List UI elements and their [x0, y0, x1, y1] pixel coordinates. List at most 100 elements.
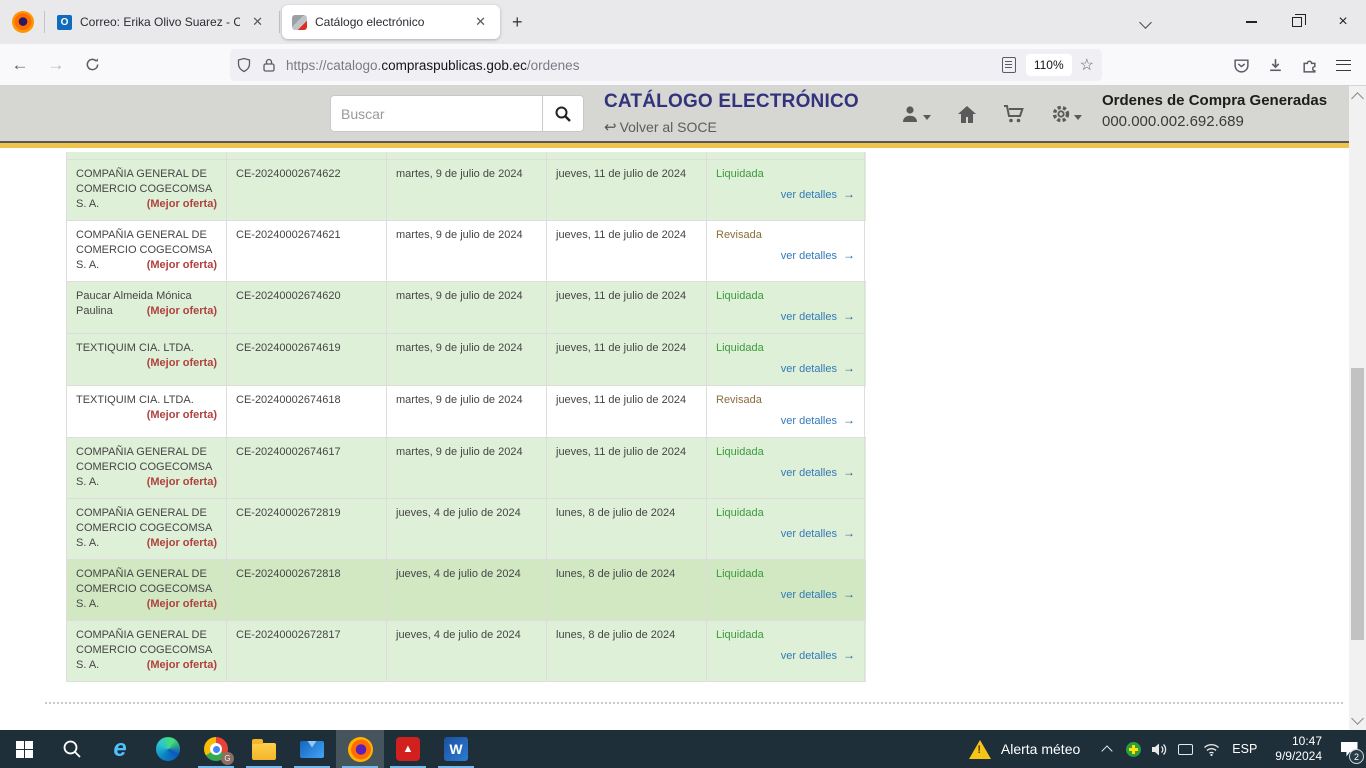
- ver-detalles-link[interactable]: ver detalles→: [781, 248, 855, 264]
- cast-display-icon[interactable]: [1172, 730, 1198, 768]
- wifi-icon[interactable]: [1198, 730, 1224, 768]
- supplier-cell: COMPAÑIA GENERAL DE COMERCIO COGECOMSA S…: [66, 221, 226, 281]
- ver-detalles-link[interactable]: ver detalles→: [781, 648, 855, 664]
- tab-outlook[interactable]: O Correo: Erika Olivo Suarez - Out ✕: [47, 5, 277, 39]
- arrow-right-icon: →: [843, 465, 855, 479]
- ver-detalles-link[interactable]: ver detalles→: [781, 465, 855, 481]
- best-offer-label: (Mejor oferta): [147, 408, 217, 423]
- arrow-right-icon: →: [843, 361, 855, 375]
- restore-button[interactable]: [1274, 0, 1320, 44]
- shield-icon[interactable]: [236, 57, 252, 73]
- internet-explorer-icon: e: [113, 737, 126, 761]
- accept-date-cell: jueves, 11 de julio de 2024: [546, 160, 706, 220]
- pocket-icon[interactable]: [1224, 50, 1258, 80]
- start-button[interactable]: [0, 730, 48, 768]
- language-indicator[interactable]: ESP: [1224, 742, 1265, 756]
- arrow-right-icon: →: [843, 187, 855, 201]
- tab-catalogo[interactable]: Catálogo electrónico ✕: [282, 5, 500, 39]
- lock-icon[interactable]: [262, 57, 276, 73]
- screen: O Correo: Erika Olivo Suarez - Out ✕ Cat…: [0, 0, 1366, 768]
- scroll-down-icon[interactable]: [1351, 712, 1364, 725]
- back-icon[interactable]: ←: [4, 50, 36, 80]
- search-input[interactable]: [330, 95, 542, 132]
- issue-date-cell: martes, 9 de julio de 2024: [386, 334, 546, 385]
- tray-chevron-up-icon[interactable]: [1094, 730, 1120, 768]
- reader-mode-icon[interactable]: [1002, 57, 1016, 73]
- status-badge: Liquidada: [716, 167, 855, 182]
- chrome-button[interactable]: G: [192, 730, 240, 768]
- bookmark-star-icon[interactable]: ☆: [1080, 55, 1094, 75]
- orders-total-number: 000.000.002.692.689: [1102, 113, 1342, 130]
- accept-date-cell: lunes, 8 de julio de 2024: [546, 560, 706, 620]
- new-tab-button[interactable]: +: [502, 12, 533, 33]
- tab-close-icon[interactable]: ✕: [471, 12, 490, 32]
- ver-detalles-link[interactable]: ver detalles→: [781, 587, 855, 603]
- minimize-button[interactable]: [1228, 0, 1274, 44]
- acrobat-button[interactable]: ▲: [384, 730, 432, 768]
- arrow-right-icon: →: [843, 309, 855, 323]
- status-badge: Liquidada: [716, 506, 855, 521]
- order-row: COMPAÑIA GENERAL DE COMERCIO COGECOMSA S…: [66, 560, 866, 621]
- browser-navbar: ← → https://catalogo.compraspublicas.gob…: [0, 44, 1366, 86]
- ver-detalles-link[interactable]: ver detalles→: [781, 361, 855, 377]
- user-menu-icon[interactable]: [900, 104, 931, 124]
- word-icon: W: [444, 737, 468, 761]
- scrollbar-thumb[interactable]: [1351, 368, 1364, 640]
- volume-icon[interactable]: [1146, 730, 1172, 768]
- issue-date-cell: martes, 9 de julio de 2024: [386, 282, 546, 333]
- page-scrollbar[interactable]: [1349, 86, 1366, 731]
- status-cell: Liquidada ver detalles→: [706, 621, 865, 681]
- mail-button[interactable]: [288, 730, 336, 768]
- tab-close-icon[interactable]: ✕: [248, 12, 267, 32]
- ver-detalles-link[interactable]: ver detalles→: [781, 526, 855, 542]
- file-explorer-button[interactable]: [240, 730, 288, 768]
- firefox-logo-icon[interactable]: [12, 11, 34, 33]
- cart-icon[interactable]: [1003, 104, 1025, 124]
- downloads-icon[interactable]: [1258, 50, 1292, 80]
- word-button[interactable]: W: [432, 730, 480, 768]
- antivirus-tray-icon[interactable]: [1120, 730, 1146, 768]
- issue-date-cell: martes, 9 de julio de 2024: [386, 386, 546, 437]
- forward-icon[interactable]: →: [40, 50, 72, 80]
- extensions-puzzle-icon[interactable]: [1292, 50, 1326, 80]
- internet-explorer-button[interactable]: e: [96, 730, 144, 768]
- order-row: COMPAÑIA GENERAL DE COMERCIO COGECOMSA S…: [66, 621, 866, 682]
- best-offer-label: (Mejor oferta): [147, 258, 217, 273]
- home-icon[interactable]: [957, 105, 977, 124]
- zoom-level-button[interactable]: 110%: [1026, 54, 1072, 76]
- close-button[interactable]: ×: [1320, 0, 1366, 44]
- volver-al-soce-link[interactable]: ↩Volver al SOCE: [604, 118, 717, 136]
- arrow-right-icon: →: [843, 648, 855, 662]
- orders-table: COMPAÑIA GENERAL DE COMERCIO COGECOMSA S…: [66, 152, 866, 682]
- status-badge: Liquidada: [716, 567, 855, 582]
- scroll-up-icon[interactable]: [1351, 92, 1364, 105]
- settings-gear-icon[interactable]: [1051, 104, 1082, 124]
- ver-detalles-link[interactable]: ver detalles→: [781, 309, 855, 325]
- best-offer-label: (Mejor oferta): [147, 597, 217, 612]
- tab-list-chevron-icon[interactable]: [1122, 0, 1168, 44]
- search-button[interactable]: [542, 95, 584, 132]
- ver-detalles-link[interactable]: ver detalles→: [781, 413, 855, 429]
- menu-hamburger-icon[interactable]: [1326, 50, 1360, 80]
- best-offer-label: (Mejor oferta): [147, 658, 217, 673]
- url-text[interactable]: https://catalogo.compraspublicas.gob.ec/…: [286, 58, 1002, 73]
- taskbar-search-button[interactable]: [48, 730, 96, 768]
- browser-titlebar: O Correo: Erika Olivo Suarez - Out ✕ Cat…: [0, 0, 1366, 44]
- reload-icon[interactable]: [76, 50, 108, 80]
- weather-widget[interactable]: Alerta méteo: [955, 730, 1094, 768]
- order-row: TEXTIQUIM CIA. LTDA. (Mejor oferta) CE-2…: [66, 386, 866, 438]
- firefox-button[interactable]: [336, 730, 384, 768]
- ver-detalles-link[interactable]: ver detalles→: [781, 187, 855, 203]
- supplier-cell: COMPAÑIA GENERAL DE COMERCIO COGECOMSA S…: [66, 499, 226, 559]
- notification-center-button[interactable]: 2: [1332, 730, 1366, 768]
- back-hand-icon: ↩: [604, 119, 617, 136]
- url-bar[interactable]: https://catalogo.compraspublicas.gob.ec/…: [230, 49, 1102, 81]
- status-badge: Liquidada: [716, 628, 855, 643]
- edge-button[interactable]: [144, 730, 192, 768]
- tab-title: Catálogo electrónico: [315, 15, 463, 29]
- search-icon: [62, 739, 82, 759]
- clock[interactable]: 10:47 9/9/2024: [1265, 734, 1332, 764]
- order-code-cell: CE-20240002672819: [226, 499, 386, 559]
- tab-title: Correo: Erika Olivo Suarez - Out: [80, 15, 240, 29]
- best-offer-label: (Mejor oferta): [147, 197, 217, 212]
